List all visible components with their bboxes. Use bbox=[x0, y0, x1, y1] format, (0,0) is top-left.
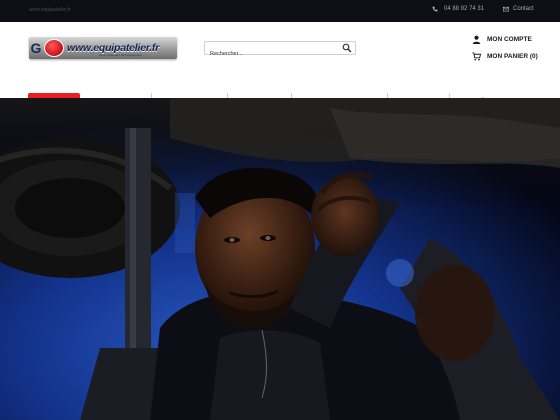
cart-icon bbox=[472, 52, 481, 61]
contact-label: Contact bbox=[513, 6, 534, 12]
top-bar: www.equipatelier.fr 04 88 92 74 31 Conta… bbox=[0, 0, 560, 22]
site-logo[interactable]: G www.equipatelier.fr votre partenaire d… bbox=[29, 37, 177, 59]
account-link[interactable]: MON COMPTE bbox=[472, 35, 532, 44]
search-icon[interactable] bbox=[342, 43, 352, 53]
user-icon bbox=[472, 35, 481, 44]
top-phone[interactable]: 04 88 92 74 31 bbox=[432, 6, 484, 12]
top-domain-text: www.equipatelier.fr bbox=[29, 7, 71, 13]
top-contact-link[interactable]: Contact bbox=[503, 6, 534, 12]
account-label: MON COMPTE bbox=[487, 36, 532, 43]
phone-number: 04 88 92 74 31 bbox=[444, 6, 485, 12]
cart-label: MON PANIER (0) bbox=[487, 53, 538, 60]
search-box bbox=[204, 41, 356, 60]
logo-badge-icon bbox=[44, 39, 64, 57]
site-header: G www.equipatelier.fr votre partenaire d… bbox=[0, 22, 560, 109]
logo-tagline: votre partenaire de l'équipement bbox=[99, 53, 142, 57]
logo-letter: G bbox=[30, 40, 42, 56]
phone-icon bbox=[432, 6, 438, 12]
search-input[interactable] bbox=[205, 48, 335, 60]
hero-illustration bbox=[0, 98, 560, 420]
hero-banner-image bbox=[0, 98, 560, 420]
mail-icon bbox=[503, 6, 509, 12]
cart-link[interactable]: MON PANIER (0) bbox=[472, 52, 538, 61]
